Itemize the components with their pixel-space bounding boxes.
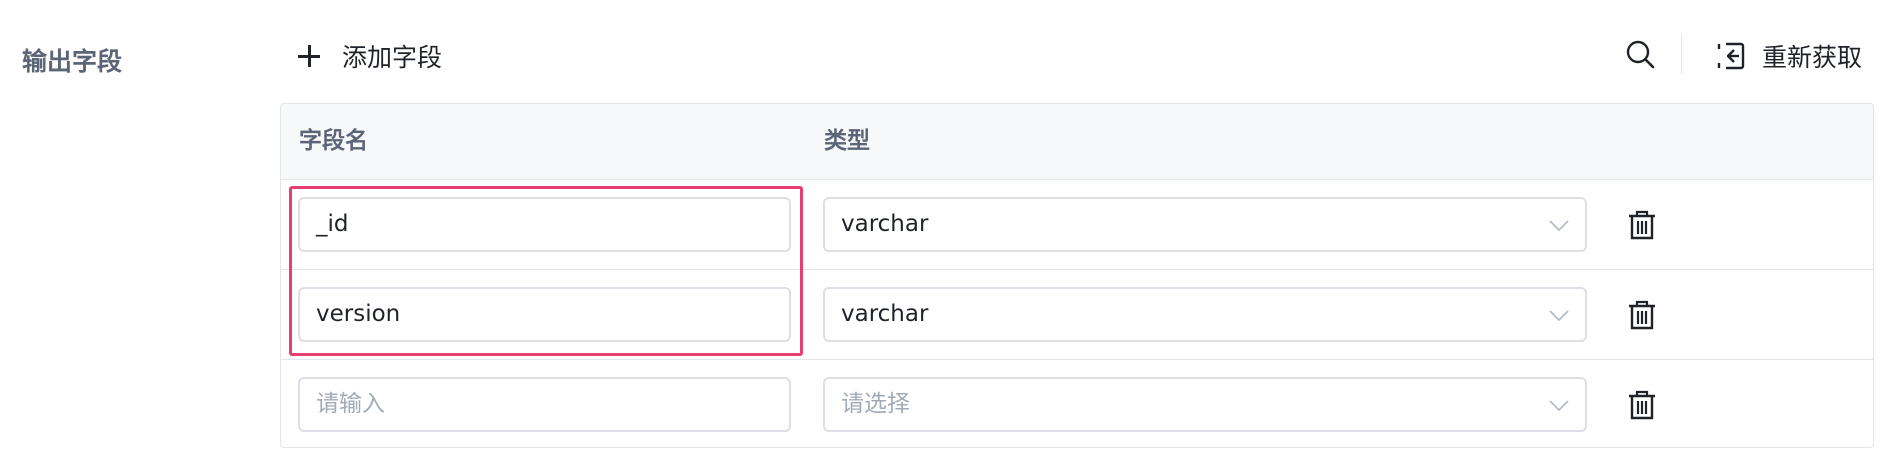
delete-icon[interactable] [1627, 299, 1657, 331]
field-name-input[interactable]: version [298, 287, 791, 342]
delete-icon[interactable] [1627, 389, 1657, 421]
field-type-select[interactable]: 请选择 [823, 377, 1587, 432]
section-label: 输出字段 [22, 47, 123, 76]
refresh-back-icon [1717, 42, 1745, 70]
delete-icon[interactable] [1627, 209, 1657, 241]
chevron-down-icon [1549, 220, 1569, 232]
table-row: version varchar [281, 270, 1873, 360]
chevron-down-icon [1549, 310, 1569, 322]
search-icon[interactable] [1624, 38, 1656, 70]
add-field-label: 添加字段 [342, 43, 443, 72]
table-row: 请输入 请选择 [281, 360, 1873, 447]
field-type-select[interactable]: varchar [823, 197, 1587, 252]
refetch-button[interactable]: 重新获取 [1716, 38, 1862, 74]
output-fields-table: 字段名 类型 _id varchar version varchar 请输入 请… [280, 103, 1874, 448]
toolbar-divider [1681, 34, 1682, 74]
add-field-button[interactable]: 添加字段 [296, 38, 442, 74]
field-name-input[interactable]: _id [298, 197, 791, 252]
column-header-type: 类型 [824, 128, 870, 154]
plus-icon [296, 43, 322, 69]
table-header: 字段名 类型 [281, 104, 1873, 180]
field-type-value: varchar [841, 301, 929, 327]
refetch-label: 重新获取 [1762, 43, 1863, 72]
field-name-input[interactable]: 请输入 [298, 377, 791, 432]
column-header-name: 字段名 [299, 128, 368, 154]
field-type-select[interactable]: varchar [823, 287, 1587, 342]
table-row: _id varchar [281, 180, 1873, 270]
field-type-value: varchar [841, 211, 929, 237]
chevron-down-icon [1549, 400, 1569, 412]
field-type-placeholder: 请选择 [841, 391, 910, 417]
